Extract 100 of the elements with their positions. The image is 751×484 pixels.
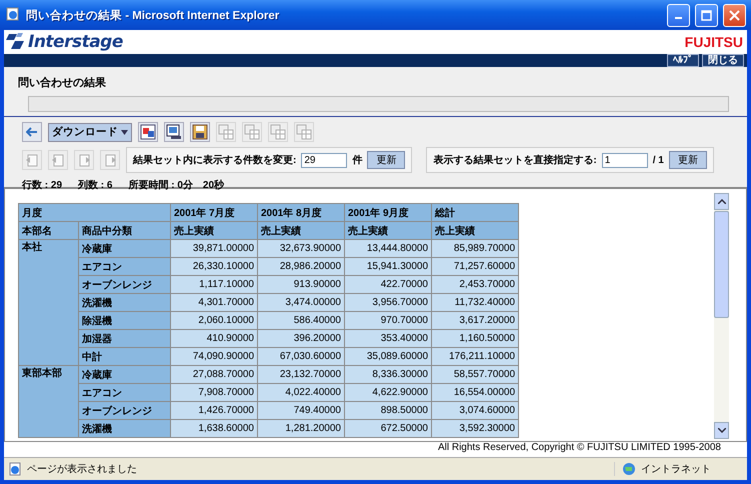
arrow-left-icon (26, 127, 38, 137)
table-cell: 35,089.60000 (344, 348, 432, 366)
column-header: 2001年 9月度 (344, 204, 432, 222)
table-cell: 28,986.20000 (258, 258, 344, 276)
scroll-down-icon (718, 428, 726, 433)
caret-icon (121, 130, 128, 134)
table-cell: 8,336.30000 (344, 366, 432, 384)
preview-button[interactable] (164, 122, 184, 142)
table-cell: 410.90000 (170, 330, 258, 348)
export-button[interactable] (138, 122, 158, 142)
chart-icon (140, 124, 156, 140)
maximize-icon (701, 10, 712, 20)
table-cell: 3,474.00000 (258, 294, 344, 312)
table-cell: 970.70000 (344, 312, 432, 330)
row-header: オーブンレンジ (78, 402, 170, 420)
table-cell: 1,160.50000 (432, 330, 518, 348)
row-header: エアコン (78, 258, 170, 276)
column-header: 売上実績 (170, 222, 258, 240)
back-button[interactable] (22, 122, 42, 142)
table-cell: 1,281.20000 (258, 420, 344, 438)
update-button[interactable]: 更新 (367, 151, 406, 169)
row-header: 冷蔵庫 (78, 366, 170, 384)
column-header: 売上実績 (344, 222, 432, 240)
row-header: 除湿機 (78, 312, 170, 330)
table-cell: 396.20000 (258, 330, 344, 348)
table-cell: 586.40000 (258, 312, 344, 330)
column-header: 総計 (432, 204, 518, 222)
table-cell: 2,060.10000 (170, 312, 258, 330)
save-button[interactable] (190, 122, 210, 142)
input-field[interactable]: 1 (602, 152, 648, 168)
table-cell: 39,871.00000 (170, 240, 258, 258)
row-header: 中計 (78, 348, 170, 366)
table-cell: 11,732.40000 (432, 294, 518, 312)
table-icon (244, 124, 260, 140)
input-field[interactable]: 29 (301, 152, 348, 168)
scroll-up-icon (718, 199, 726, 204)
close-icon (729, 10, 740, 20)
table-cell: 27,088.70000 (170, 366, 258, 384)
download-dropdown[interactable]: ダウンロード (48, 122, 132, 142)
row-header: 本社 (18, 240, 78, 366)
table-cell: 422.70000 (344, 276, 432, 294)
table-cell: 13,444.80000 (344, 240, 432, 258)
table-cell: 3,592.30000 (432, 420, 518, 438)
total-label: / 1 (652, 154, 664, 166)
row-header: オーブンレンジ (78, 276, 170, 294)
minimize-icon (675, 17, 682, 19)
table-cell: 16,554.00000 (432, 384, 518, 402)
row-header: 洗濯機 (78, 420, 170, 438)
table-cell: 26,330.10000 (170, 258, 258, 276)
table-cell: 898.50000 (344, 402, 432, 420)
brand-logo: FUJITSU (684, 34, 743, 50)
stat-text: 行数 : 29 (22, 178, 62, 192)
column-header: 売上実績 (258, 222, 344, 240)
page-icon (8, 462, 22, 476)
update-button[interactable]: 更新 (668, 151, 707, 169)
help-link[interactable]: ﾍﾙﾌﾟ (667, 54, 699, 67)
monitor-icon (166, 124, 182, 140)
table-cell: 74,090.90000 (170, 348, 258, 366)
window-title: 問い合わせの結果 - Microsoft Internet Explorer (26, 8, 280, 22)
stat-text: 所要時間 : 0分 20秒 (128, 178, 224, 192)
table-cell: 913.90000 (258, 276, 344, 294)
table-cell: 23,132.70000 (258, 366, 344, 384)
column-header: 本部名 (18, 222, 78, 240)
table-icon (218, 124, 234, 140)
table-cell: 1,426.70000 (170, 402, 258, 420)
table-cell: 4,622.90000 (344, 384, 432, 402)
table-cell: 1,638.60000 (170, 420, 258, 438)
table-cell: 15,941.30000 (344, 258, 432, 276)
table-icon (270, 124, 286, 140)
table-cell: 749.40000 (258, 402, 344, 420)
globe-icon (621, 462, 637, 476)
maximize-button[interactable] (695, 4, 718, 26)
table-cell: 7,908.70000 (170, 384, 258, 402)
column-header: 月度 (18, 204, 170, 222)
unit-label: 件 (352, 154, 362, 167)
row-header: 冷蔵庫 (78, 240, 170, 258)
table-cell: 71,257.60000 (432, 258, 518, 276)
table-cell: 2,453.70000 (432, 276, 518, 294)
table-cell: 3,074.60000 (432, 402, 518, 420)
close-button[interactable] (723, 4, 746, 26)
column-header: 商品中分類 (78, 222, 170, 240)
table-cell: 85,989.70000 (432, 240, 518, 258)
zone-label: イントラネット (641, 463, 711, 476)
table-cell: 32,673.90000 (258, 240, 344, 258)
column-header: 2001年 7月度 (170, 204, 258, 222)
copyright-text: All Rights Reserved, Copyright © FUJITSU LIMITED 1995-2008 (4, 442, 747, 457)
page-title: 問い合わせの結果 (18, 76, 107, 90)
table-cell: 58,557.70000 (432, 366, 518, 384)
table-cell: 4,022.40000 (258, 384, 344, 402)
row-header: 加湿器 (78, 330, 170, 348)
column-header: 売上実績 (432, 222, 518, 240)
close-link[interactable]: 閉じる (702, 54, 744, 67)
field-label: 結果セット内に表示する件数を変更: (133, 153, 296, 167)
minimize-button[interactable] (667, 4, 690, 26)
stat-text: 列数 : 6 (78, 178, 112, 192)
table-icon (296, 124, 312, 140)
table-cell: 1,117.10000 (170, 276, 258, 294)
vertical-scrollbar[interactable] (714, 193, 729, 439)
table-cell: 3,617.20000 (432, 312, 518, 330)
table-cell: 176,211.10000 (432, 348, 518, 366)
